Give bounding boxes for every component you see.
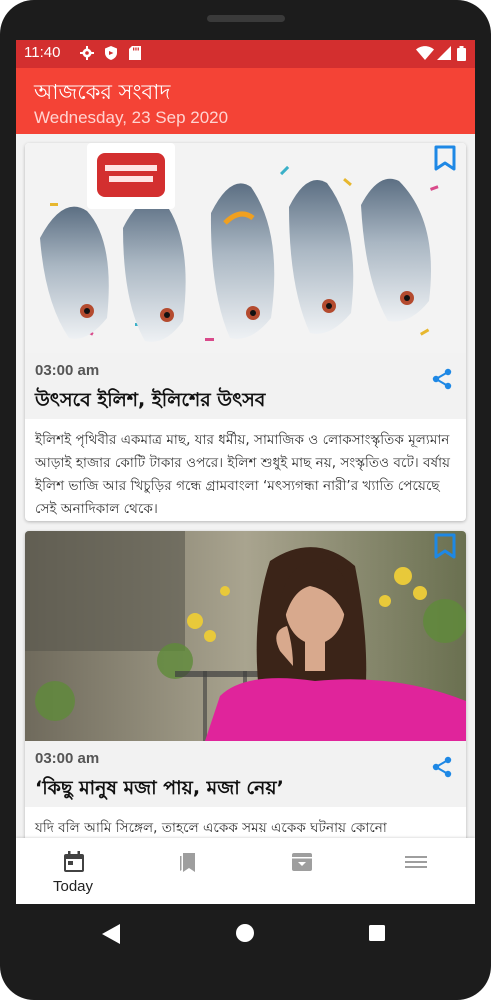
home-icon[interactable] xyxy=(236,924,254,946)
speaker-grille xyxy=(207,15,285,22)
bookmarks-icon xyxy=(176,850,200,874)
battery-icon xyxy=(456,45,466,61)
status-time: 11:40 xyxy=(24,44,61,61)
recents-icon[interactable] xyxy=(369,925,385,945)
nav-bookmarks[interactable] xyxy=(130,838,244,904)
app-date: Wednesday, 23 Sep 2020 xyxy=(34,108,229,127)
calendar-icon xyxy=(62,850,86,874)
article-image-hilsa[interactable] xyxy=(25,143,466,353)
bookmark-icon[interactable] xyxy=(434,145,458,173)
status-bar: 11:40 xyxy=(16,40,475,68)
share-icon[interactable] xyxy=(430,367,454,391)
bottom-navigation: Today xyxy=(16,838,475,904)
menu-icon xyxy=(404,850,428,874)
cell-signal-icon xyxy=(437,46,451,60)
brand-logo xyxy=(87,143,175,209)
screen: 11:40 আজকের সংবাদ Wednesday, 23 Sep 2020… xyxy=(16,40,475,904)
back-icon[interactable] xyxy=(102,924,120,948)
nav-today-label: Today xyxy=(52,878,94,895)
article-card[interactable]: 03:00 am উৎসবে ইলিশ, ইলিশের উৎসব ইলিশই প… xyxy=(25,143,466,521)
article-summary: ইলিশই পৃথিবীর একমাত্র মাছ, যার ধর্মীয়, … xyxy=(35,432,451,517)
article-header: 03:00 am উৎসবে ইলিশ, ইলিশের উৎসব xyxy=(25,353,466,419)
article-title[interactable]: ‘কিছু মানুষ মজা পায়, মজা নেয়’ xyxy=(35,774,284,806)
article-time: 03:00 am xyxy=(35,362,100,379)
article-title[interactable]: উৎসবে ইলিশ, ইলিশের উৎসব xyxy=(35,386,265,418)
wifi-icon xyxy=(416,46,434,60)
system-navigation-bar xyxy=(0,904,491,964)
article-header: 03:00 am ‘কিছু মানুষ মজা পায়, মজা নেয়’ xyxy=(25,741,466,807)
archive-icon xyxy=(290,850,314,874)
nav-today[interactable]: Today xyxy=(16,838,130,904)
app-bar: আজকের সংবাদ Wednesday, 23 Sep 2020 xyxy=(16,68,475,134)
settings-icon xyxy=(80,46,94,60)
article-summary: যদি বলি আমি সিঙ্গেল, তাহলে একেক সময় একে… xyxy=(35,820,387,836)
nav-menu[interactable] xyxy=(358,838,472,904)
shield-icon xyxy=(104,46,118,60)
app-title: আজকের সংবাদ xyxy=(34,80,171,104)
article-time: 03:00 am xyxy=(35,750,100,767)
bookmark-icon[interactable] xyxy=(434,533,458,561)
share-icon[interactable] xyxy=(430,755,454,779)
device-frame: 11:40 আজকের সংবাদ Wednesday, 23 Sep 2020… xyxy=(0,0,491,1000)
nav-archive[interactable] xyxy=(244,838,358,904)
article-card[interactable]: 03:00 am ‘কিছু মানুষ মজা পায়, মজা নেয়’… xyxy=(25,531,466,851)
sd-card-icon xyxy=(128,46,142,60)
article-image-actress[interactable] xyxy=(25,531,466,741)
